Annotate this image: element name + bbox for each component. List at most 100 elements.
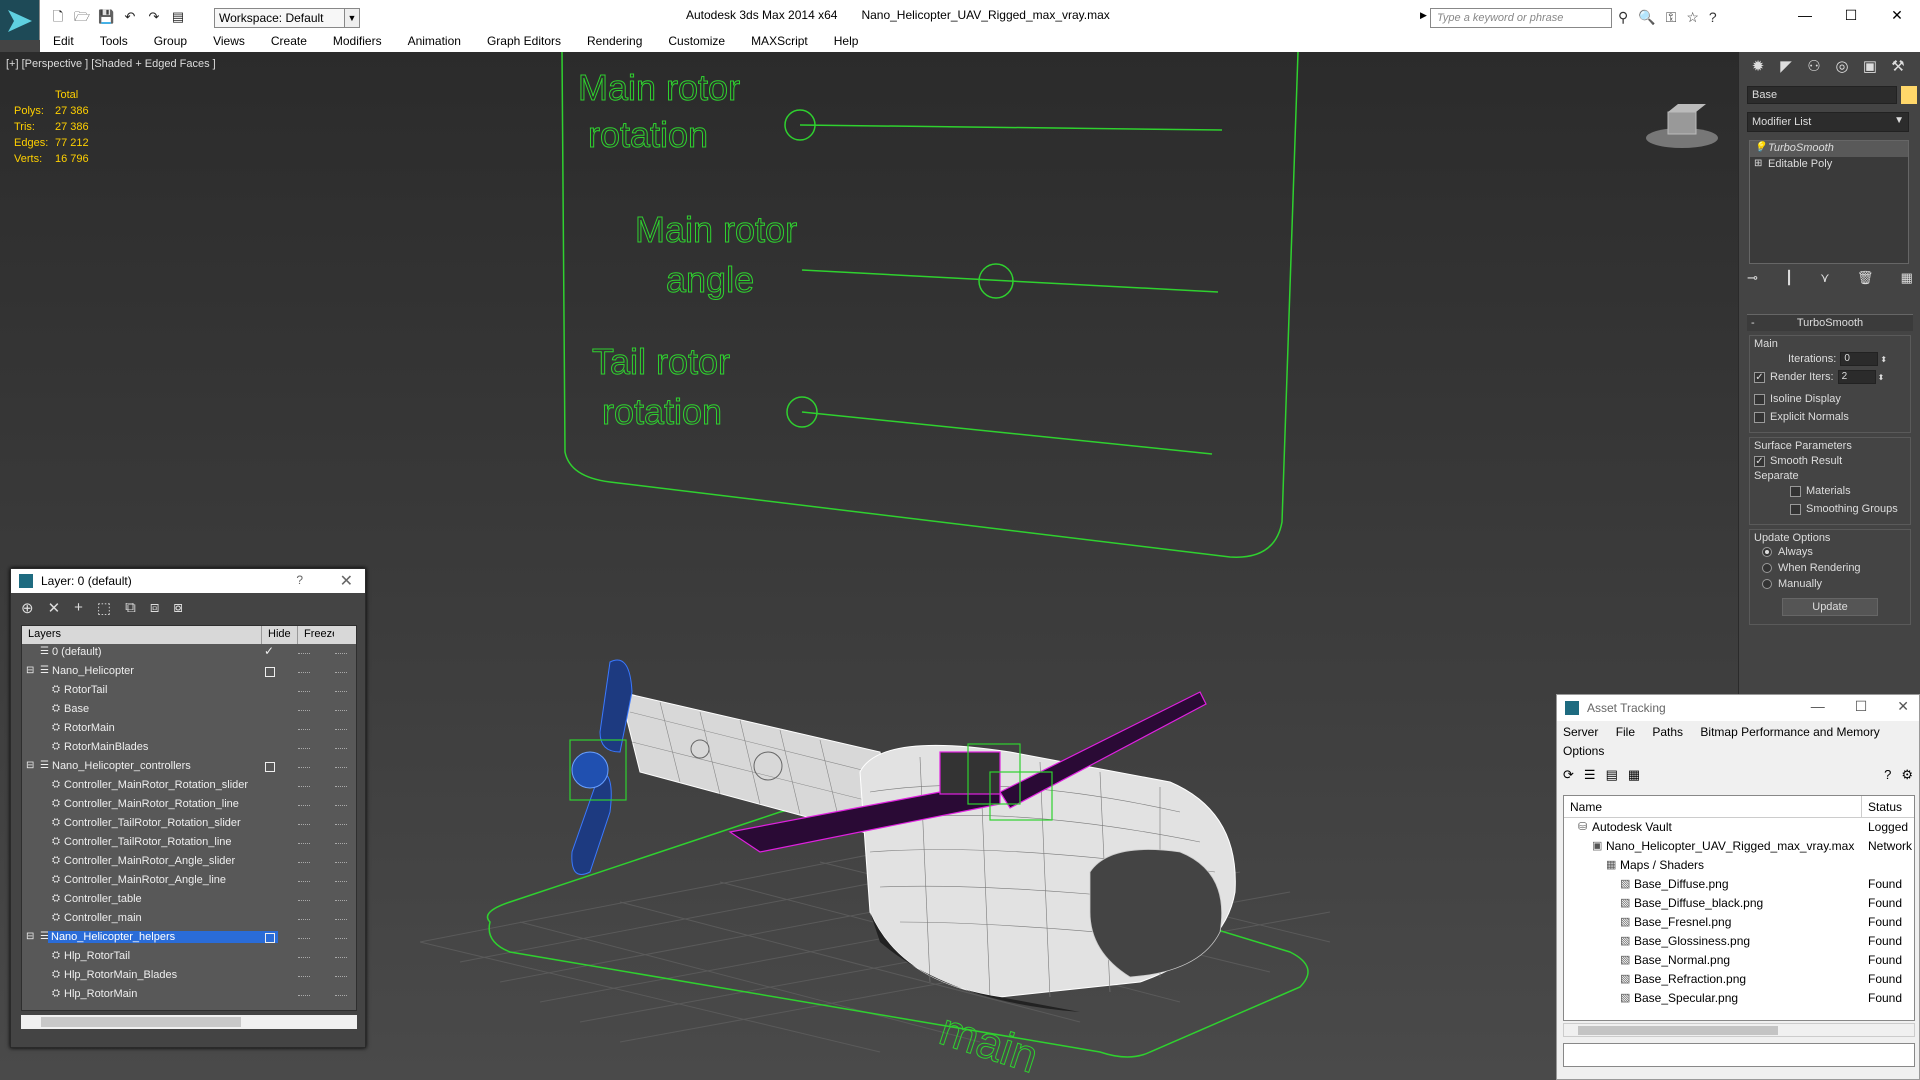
- open-file-icon[interactable]: 🗁: [74, 9, 90, 25]
- menu-bitmap-performance[interactable]: Bitmap Performance and Memory: [1700, 725, 1879, 739]
- hide-toggle[interactable]: [298, 900, 310, 901]
- favorites-star-icon[interactable]: ☆: [1686, 9, 1699, 26]
- minimize-button[interactable]: —: [1811, 698, 1825, 715]
- hide-toggle[interactable]: [298, 957, 310, 958]
- update-button[interactable]: Update: [1782, 598, 1878, 616]
- smooth-result-checkbox[interactable]: ✓: [1754, 455, 1765, 467]
- minimize-button[interactable]: —: [1782, 0, 1828, 30]
- col-hide[interactable]: Hide: [262, 626, 298, 644]
- menu-paths[interactable]: Paths: [1652, 725, 1683, 739]
- spinner-arrows-icon[interactable]: ⬍: [1878, 373, 1885, 382]
- help-icon[interactable]: ?: [1709, 9, 1717, 26]
- menu-tools[interactable]: Tools: [87, 32, 141, 52]
- render-iters-spinner[interactable]: 2: [1837, 370, 1876, 384]
- freeze-toggle[interactable]: [335, 710, 347, 711]
- make-current-toggle[interactable]: [265, 667, 275, 677]
- menu-rendering[interactable]: Rendering: [574, 32, 655, 52]
- hide-toggle[interactable]: [298, 691, 310, 692]
- layer-row[interactable]: ⛭ RotorMainBlades: [22, 739, 356, 758]
- layer-window-titlebar[interactable]: Layer: 0 (default) ? ✕: [11, 569, 365, 593]
- freeze-toggle[interactable]: [335, 805, 347, 806]
- layer-row[interactable]: ⛭ RotorMain: [22, 720, 356, 739]
- workspace-menu-arrow[interactable]: ▼: [344, 8, 360, 28]
- search-icon[interactable]: 🔍: [1638, 9, 1655, 26]
- freeze-toggle[interactable]: [335, 653, 347, 654]
- menu-help[interactable]: Help: [821, 32, 872, 52]
- scrollbar-thumb[interactable]: [1578, 1026, 1778, 1035]
- freeze-toggle[interactable]: [335, 995, 347, 996]
- hide-toggle[interactable]: [298, 862, 310, 863]
- menu-server[interactable]: Server: [1563, 725, 1598, 739]
- asset-window-titlebar[interactable]: Asset Tracking — ☐ ✕: [1557, 695, 1919, 721]
- pin-stack-icon[interactable]: ⊸: [1747, 270, 1758, 286]
- hide-toggle[interactable]: [298, 919, 310, 920]
- spinner-arrows-icon[interactable]: ⬍: [1880, 355, 1887, 364]
- col-freeze[interactable]: Freeze: [298, 626, 334, 644]
- rollout-header[interactable]: - TurboSmooth: [1747, 315, 1913, 331]
- col-status[interactable]: Status: [1862, 796, 1908, 817]
- binoculars-icon[interactable]: ⚲: [1618, 9, 1628, 26]
- layer-row[interactable]: ⛭ Controller_MainRotor_Angle_slider: [22, 853, 356, 872]
- display-tab-icon[interactable]: ▣: [1859, 56, 1881, 78]
- hide-toggle[interactable]: [298, 976, 310, 977]
- asset-row[interactable]: ▦ Maps / Shaders: [1564, 856, 1914, 875]
- asset-row[interactable]: ⛁ Autodesk Vault Logged: [1564, 818, 1914, 837]
- hide-toggle[interactable]: [298, 995, 310, 996]
- menu-maxscript[interactable]: MAXScript: [738, 32, 821, 52]
- freeze-toggle[interactable]: [335, 786, 347, 787]
- freeze-all-icon[interactable]: ⧇: [173, 599, 183, 616]
- modifier-list-dropdown[interactable]: Modifier List ▼: [1747, 112, 1909, 132]
- menu-animation[interactable]: Animation: [395, 32, 474, 52]
- modify-tab-icon[interactable]: ◤: [1775, 56, 1797, 78]
- search-expand-icon[interactable]: ▶: [1420, 10, 1427, 21]
- freeze-toggle[interactable]: [335, 824, 347, 825]
- menu-modifiers[interactable]: Modifiers: [320, 32, 395, 52]
- close-button[interactable]: ✕: [1897, 698, 1909, 715]
- layer-row[interactable]: ⛭ Base: [22, 701, 356, 720]
- layer-row[interactable]: ⛭ Controller_MainRotor_Rotation_slider: [22, 777, 356, 796]
- close-button[interactable]: ✕: [1874, 0, 1920, 30]
- list-view-icon[interactable]: ☰: [1584, 767, 1596, 783]
- make-unique-icon[interactable]: ⋎: [1820, 270, 1830, 286]
- layer-row[interactable]: ⛭ Controller_MainRotor_Rotation_line: [22, 796, 356, 815]
- delete-layer-icon[interactable]: ✕: [48, 599, 61, 617]
- remove-modifier-icon[interactable]: 🗑: [1857, 270, 1874, 286]
- menu-edit[interactable]: Edit: [40, 32, 87, 52]
- asset-row[interactable]: ▧ Base_Diffuse_black.png Found: [1564, 894, 1914, 913]
- hide-toggle[interactable]: [298, 805, 310, 806]
- freeze-toggle[interactable]: [335, 748, 347, 749]
- app-menu-button[interactable]: [0, 0, 40, 40]
- hide-toggle[interactable]: [298, 710, 310, 711]
- asset-row[interactable]: ▧ Base_Fresnel.png Found: [1564, 913, 1914, 932]
- hide-toggle[interactable]: [298, 938, 310, 939]
- hide-toggle[interactable]: [298, 767, 310, 768]
- layer-row[interactable]: ☰ 0 (default) ✓: [22, 644, 356, 663]
- hierarchy-tab-icon[interactable]: ⚇: [1803, 56, 1825, 78]
- always-radio[interactable]: [1762, 547, 1772, 557]
- helicopter-model[interactable]: [569, 659, 1236, 1012]
- help-button[interactable]: ?: [296, 573, 303, 587]
- layer-row[interactable]: ⛭ Hlp_RotorMain: [22, 986, 356, 1005]
- hide-toggle[interactable]: [298, 824, 310, 825]
- close-icon[interactable]: ✕: [340, 571, 353, 591]
- manually-radio[interactable]: [1762, 579, 1772, 589]
- thumbnail-view-icon[interactable]: ▤: [1606, 767, 1618, 783]
- make-current-toggle[interactable]: [265, 762, 275, 772]
- freeze-toggle[interactable]: [335, 767, 347, 768]
- hide-toggle[interactable]: [298, 786, 310, 787]
- menu-options[interactable]: Options: [1563, 744, 1604, 758]
- hide-toggle[interactable]: [298, 672, 310, 673]
- table-view-icon[interactable]: ▦: [1628, 767, 1640, 783]
- search-input[interactable]: Type a keyword or phrase: [1430, 8, 1612, 28]
- object-name-field[interactable]: Base: [1747, 86, 1897, 104]
- hide-toggle[interactable]: [298, 729, 310, 730]
- create-tab-icon[interactable]: ✹: [1747, 56, 1769, 78]
- freeze-toggle[interactable]: [335, 957, 347, 958]
- subscription-icon[interactable]: ⚿: [1666, 9, 1677, 26]
- collapse-icon[interactable]: ⊟: [26, 665, 34, 676]
- hide-all-icon[interactable]: ⧈: [150, 599, 160, 616]
- object-color-swatch[interactable]: [1901, 86, 1917, 104]
- smoothing-groups-checkbox[interactable]: [1790, 503, 1801, 515]
- layer-row[interactable]: ⛭ RotorTail: [22, 682, 356, 701]
- col-name[interactable]: Name: [1564, 796, 1862, 817]
